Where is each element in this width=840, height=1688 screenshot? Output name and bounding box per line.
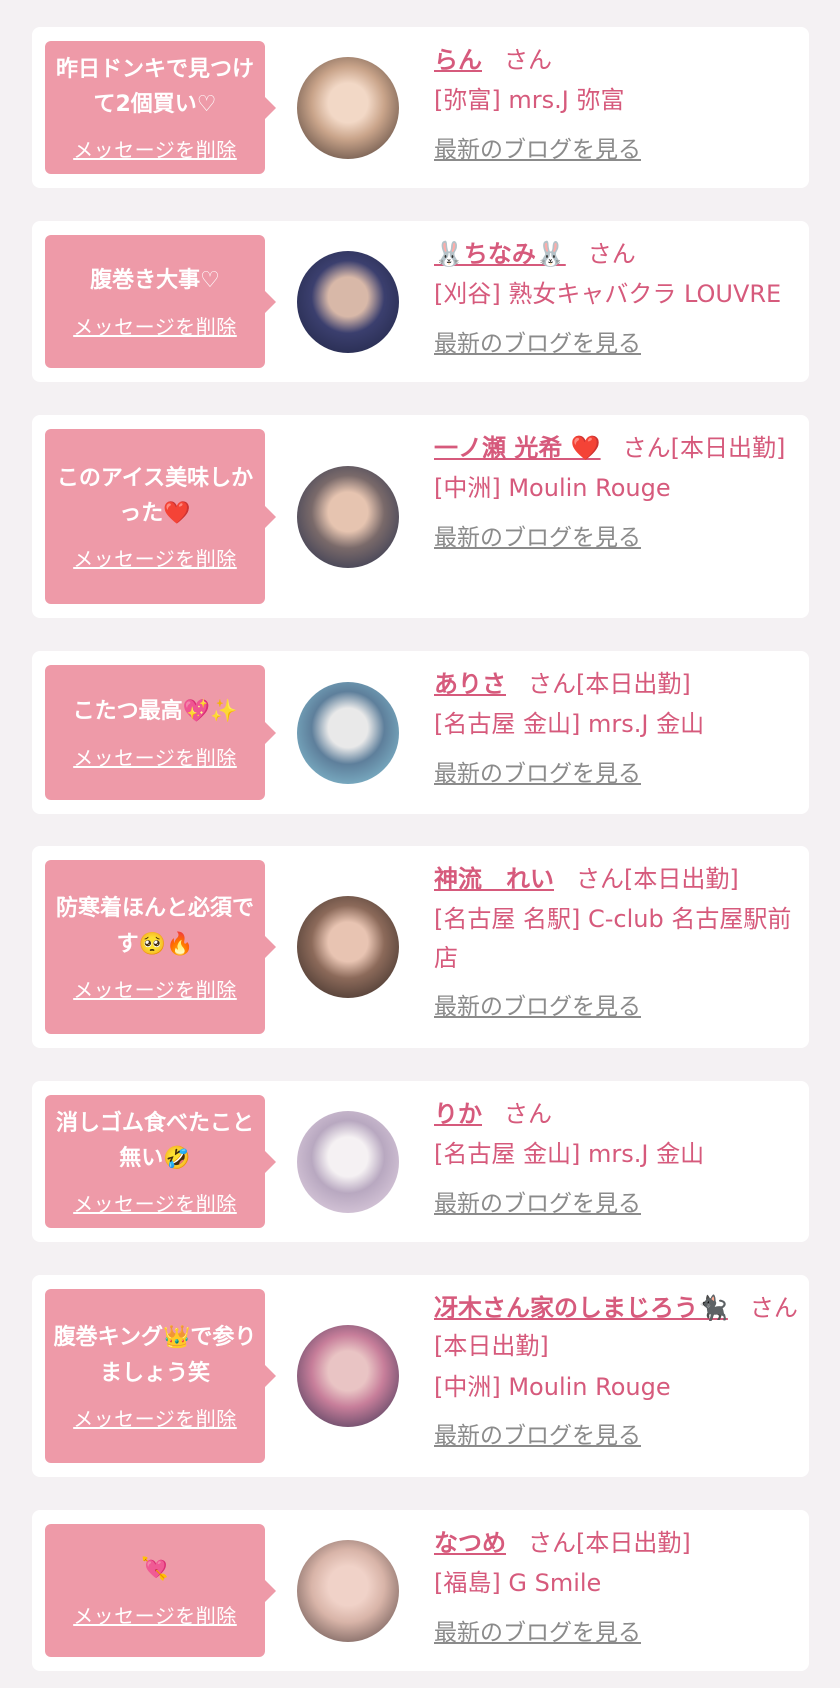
name-suffix: さん [504,1100,552,1128]
message-text: 消しゴム食べたこと無い🤣 [55,1110,254,1171]
name-suffix: さん [504,46,552,74]
name-suffix: さん[本日出勤] [622,434,786,462]
shop-name: [名古屋 名駅] C-club 名古屋駅前店 [434,905,792,972]
latest-blog-link[interactable]: 最新のブログを見る [434,1615,641,1652]
name-line: ありさ さん[本日出勤] [434,665,801,703]
delete-message-link[interactable]: メッセージを削除 [73,543,237,572]
latest-blog-link[interactable]: 最新のブログを見る [434,1186,641,1223]
girl-name-link[interactable]: らん [434,46,482,74]
message-bubble: 💘 メッセージを削除 [45,1524,276,1657]
girl-info: 一ノ瀬 光希 ❤️ さん[本日出勤] [中洲] Moulin Rouge 最新のブログ… [434,429,801,557]
shop-name: [刈谷] 熟女キャバクラ LOUVRE [434,280,782,309]
shop-name: [弥富] mrs.J 弥富 [434,86,625,115]
name-line: 🐰ちなみ🐰 さん [434,235,801,273]
delete-message-link[interactable]: メッセージを削除 [73,1403,237,1432]
latest-blog-link[interactable]: 最新のブログを見る [434,326,641,363]
delete-message-link[interactable]: メッセージを削除 [73,134,237,163]
girl-name-link[interactable]: なつめ [434,1529,506,1557]
shop-name: [福島] G Smile [434,1569,602,1598]
name-line: らん さん [434,41,801,79]
message-bubble: 消しゴム食べたこと無い🤣 メッセージを削除 [45,1095,276,1228]
shop-name: [中洲] Moulin Rouge [434,1372,671,1401]
name-line: 一ノ瀬 光希 ❤️ さん[本日出勤] [434,429,801,467]
avatar[interactable] [297,1539,399,1642]
shop-name: [中洲] Moulin Rouge [434,474,671,503]
message-text: このアイス美味しかった❤️ [56,465,254,526]
name-suffix: さん[本日出勤] [576,865,739,893]
message-bubble: 腹巻キング👑で参りましょう笑メッセージを削除 [45,1289,276,1463]
avatar[interactable] [297,681,399,784]
delete-message-link[interactable]: メッセージを削除 [73,311,237,340]
name-line: りか さん [434,1095,801,1133]
message-bubble: 腹巻き大事♡ メッセージを削除 [45,235,276,368]
girl-name-link[interactable]: 神流 れい [434,865,554,893]
latest-blog-link[interactable]: 最新のブログを見る [434,520,641,557]
message-card: こたつ最高💖✨ メッセージを削除 ありさ さん[本日出勤] [名古屋 金山] mrs.J… [32,651,809,814]
girl-name-link[interactable]: 冴木さん家のしまじろう🐈‍⬛ [434,1294,728,1322]
shop-name: [名古屋 金山] mrs.J 金山 [434,710,705,739]
message-bubble: こたつ最高💖✨ メッセージを削除 [45,665,276,800]
delete-message-link[interactable]: メッセージを削除 [73,1188,237,1217]
name-line: 冴木さん家のしまじろう🐈‍⬛ さん[本日出勤] [434,1289,801,1366]
girl-name-link[interactable]: 🐰ちなみ🐰 [434,240,566,268]
avatar[interactable] [297,1110,399,1213]
girl-info: 神流 れい さん[本日出勤] [名古屋 名駅] C-club 名古屋駅前店最新のブロ… [434,860,801,1026]
girl-info: 冴木さん家のしまじろう🐈‍⬛ さん[本日出勤] [中洲] Moulin Rouge 最… [434,1289,801,1455]
message-text: 💘 [141,1557,169,1583]
girl-info: らん さん [弥富] mrs.J 弥富最新のブログを見る [434,41,801,169]
delete-message-link[interactable]: メッセージを削除 [73,974,237,1003]
girl-name-link[interactable]: りか [434,1100,482,1128]
message-list: 昨日ドンキで見つけて2個買い♡ メッセージを削除 らん さん [弥富] mrs.J 弥富… [0,0,840,1688]
girl-info: りか さん [名古屋 金山] mrs.J 金山最新のブログを見る [434,1095,801,1223]
girl-name-link[interactable]: ありさ [434,670,506,698]
message-text: こたつ最高💖✨ [72,699,238,725]
message-text: 腹巻キング👑で参りましょう笑 [53,1325,257,1386]
message-card: 防寒着ほんと必須です🥺🔥 メッセージを削除 神流 れい さん[本日出勤] [名古屋 名駅… [32,846,809,1048]
message-card: このアイス美味しかった❤️ メッセージを削除 一ノ瀬 光希 ❤️ さん[本日出勤] [中… [32,415,809,618]
message-card: 昨日ドンキで見つけて2個買い♡ メッセージを削除 らん さん [弥富] mrs.J 弥富… [32,27,809,188]
message-text: 腹巻き大事♡ [90,268,220,294]
message-card: 腹巻キング👑で参りましょう笑 メッセージを削除 冴木さん家のしまじろう🐈‍⬛ さん[本… [32,1275,809,1477]
avatar[interactable] [297,1325,399,1427]
girl-info: 🐰ちなみ🐰 さん [刈谷] 熟女キャバクラ LOUVRE 最新のブログを見る [434,235,801,363]
girl-info: なつめ さん[本日出勤] [福島] G Smile 最新のブログを見る [434,1524,801,1652]
name-suffix: さん [587,240,636,268]
name-suffix: さん[本日出勤] [528,670,691,698]
latest-blog-link[interactable]: 最新のブログを見る [434,989,641,1026]
latest-blog-link[interactable]: 最新のブログを見る [434,1418,641,1455]
avatar[interactable] [297,465,399,568]
delete-message-link[interactable]: メッセージを削除 [73,1600,237,1629]
latest-blog-link[interactable]: 最新のブログを見る [434,756,641,793]
message-card: 腹巻き大事♡ メッセージを削除 🐰ちなみ🐰 さん [刈谷] 熟女キャバクラ LOUVRE… [32,221,809,382]
latest-blog-link[interactable]: 最新のブログを見る [434,132,641,169]
shop-name: [名古屋 金山] mrs.J 金山 [434,1140,705,1169]
message-text: 防寒着ほんと必須です🥺🔥 [55,896,254,957]
message-card: 💘 メッセージを削除 なつめ さん[本日出勤] [福島] G Smile 最新のブログを見… [32,1510,809,1671]
girl-name-link[interactable]: 一ノ瀬 光希 ❤️ [434,434,601,462]
message-bubble: 昨日ドンキで見つけて2個買い♡ メッセージを削除 [45,41,276,174]
girl-info: ありさ さん[本日出勤] [名古屋 金山] mrs.J 金山最新のブログを見る [434,665,801,793]
message-card: 消しゴム食べたこと無い🤣 メッセージを削除 りか さん [名古屋 金山] mrs.J 金… [32,1081,809,1242]
name-line: なつめ さん[本日出勤] [434,1524,801,1562]
message-text: 昨日ドンキで見つけて2個買い♡ [55,56,254,117]
avatar[interactable] [297,250,399,353]
avatar[interactable] [297,896,399,998]
delete-message-link[interactable]: メッセージを削除 [73,742,237,771]
message-bubble: 防寒着ほんと必須です🥺🔥 メッセージを削除 [45,860,276,1034]
name-line: 神流 れい さん[本日出勤] [434,860,801,898]
name-suffix: さん[本日出勤] [528,1529,691,1557]
message-bubble: このアイス美味しかった❤️ メッセージを削除 [45,429,276,604]
avatar[interactable] [297,56,399,159]
